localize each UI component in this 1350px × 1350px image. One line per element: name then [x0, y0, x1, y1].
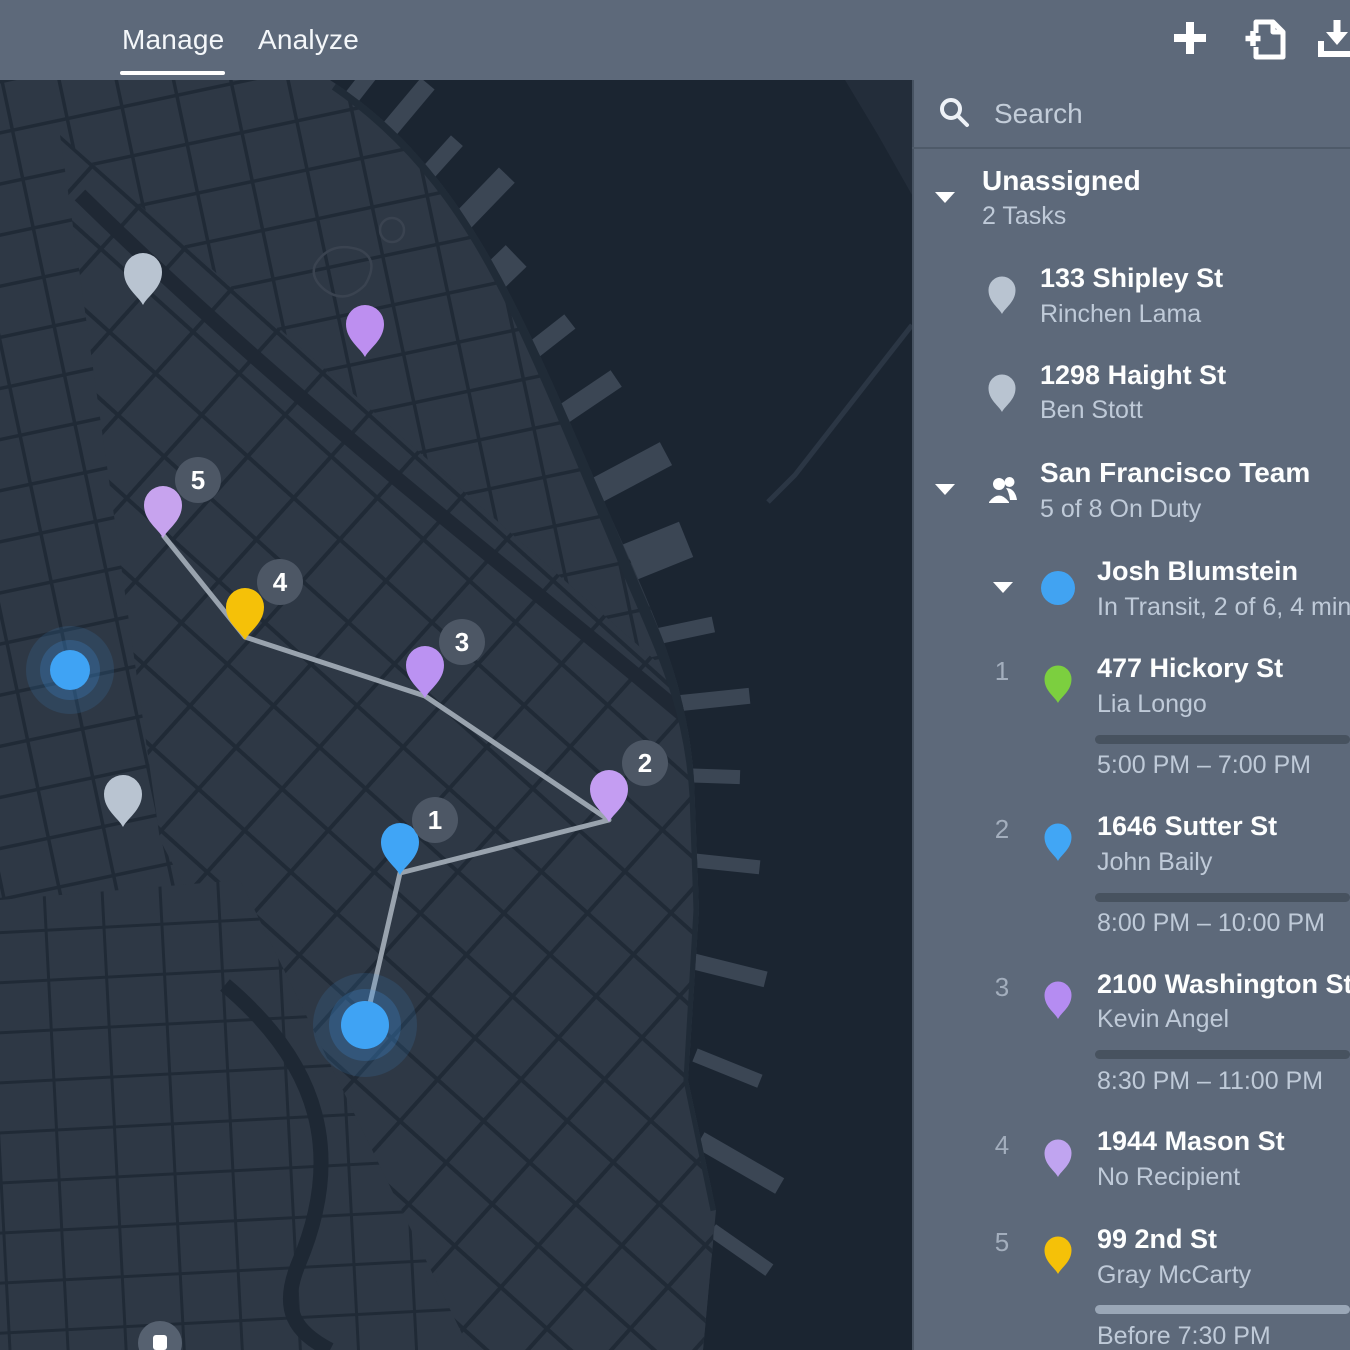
- stop-address: 477 Hickory St: [1097, 653, 1283, 684]
- plus-icon[interactable]: [1170, 16, 1210, 60]
- driver-dot-west[interactable]: [26, 626, 114, 714]
- task-pin-icon: [988, 276, 1016, 314]
- chevron-down-icon[interactable]: [992, 580, 1014, 594]
- divider: [912, 147, 1350, 149]
- team-icon: [988, 475, 1022, 505]
- stop-recipient: No Recipient: [1097, 1163, 1240, 1192]
- unassigned-task-row[interactable]: 1298 Haight St Ben Stott: [912, 347, 1350, 432]
- svg-text:3: 3: [455, 627, 469, 657]
- unassigned-task-row[interactable]: 133 Shipley St Rinchen Lama: [912, 250, 1350, 335]
- map-badge-1: 1: [412, 797, 458, 843]
- stop-recipient: Kevin Angel: [1097, 1005, 1229, 1034]
- driver-avatar: [1041, 571, 1075, 605]
- team-header[interactable]: San Francisco Team 5 of 8 On Duty: [912, 445, 1350, 535]
- team-duty-count: 5 of 8 On Duty: [1040, 495, 1201, 524]
- stop-pin-icon: [1044, 665, 1072, 703]
- stop-row-3[interactable]: 3 2100 Washington St Kevin Angel 8:30 PM…: [912, 954, 1350, 1104]
- driver-row[interactable]: Josh Blumstein In Transit, 2 of 6, 4 min: [912, 542, 1350, 632]
- unassigned-title: Unassigned: [982, 165, 1141, 197]
- svg-text:2: 2: [638, 748, 652, 778]
- stop-number: 4: [988, 1130, 1016, 1161]
- time-window-bar: [1095, 1050, 1350, 1059]
- chevron-down-icon[interactable]: [934, 482, 956, 496]
- app-window: Manage Analyze: [0, 0, 1350, 1350]
- search-row: [912, 80, 1350, 148]
- map-canvas[interactable]: 5 4 3 2 1: [0, 80, 912, 1350]
- map-badge-5: 5: [175, 457, 221, 503]
- map-badge-2: 2: [622, 740, 668, 786]
- stop-recipient: Gray McCarty: [1097, 1261, 1251, 1290]
- map-badge-4: 4: [257, 559, 303, 605]
- time-window-bar: [1095, 893, 1350, 902]
- time-window-bar: [1095, 735, 1350, 744]
- chevron-down-icon[interactable]: [934, 190, 956, 204]
- stop-pin-icon: [1044, 981, 1072, 1019]
- stop-address: 99 2nd St: [1097, 1224, 1217, 1255]
- stop-address: 2100 Washington St: [1097, 969, 1350, 1000]
- team-title: San Francisco Team: [1040, 457, 1310, 489]
- search-input[interactable]: [994, 92, 1324, 136]
- tab-analyze[interactable]: Analyze: [258, 24, 359, 58]
- tab-manage[interactable]: Manage: [122, 24, 224, 58]
- stop-pin-icon: [1044, 1139, 1072, 1177]
- search-icon: [938, 96, 972, 130]
- task-address: 133 Shipley St: [1040, 263, 1223, 294]
- stop-row-2[interactable]: 2 1646 Sutter St John Baily 8:00 PM – 10…: [912, 796, 1350, 946]
- stop-time-window: Before 7:30 PM: [1097, 1322, 1271, 1350]
- import-icon[interactable]: [1242, 16, 1288, 62]
- active-tab-underline: [120, 71, 225, 75]
- stop-time-window: 5:00 PM – 7:00 PM: [1097, 751, 1311, 780]
- unassigned-count: 2 Tasks: [982, 202, 1066, 231]
- driver-name: Josh Blumstein: [1097, 556, 1298, 587]
- task-recipient: Rinchen Lama: [1040, 300, 1201, 329]
- stop-row-1[interactable]: 1 477 Hickory St Lia Longo 5:00 PM – 7:0…: [912, 638, 1350, 788]
- svg-text:5: 5: [191, 465, 205, 495]
- stop-time-window: 8:30 PM – 11:00 PM: [1097, 1067, 1323, 1096]
- stop-time-window: 8:00 PM – 10:00 PM: [1097, 909, 1325, 938]
- stop-address: 1944 Mason St: [1097, 1126, 1285, 1157]
- map-badge-3: 3: [439, 619, 485, 665]
- sidebar: Unassigned 2 Tasks 133 Shipley St Rinche…: [912, 80, 1350, 1350]
- stop-number: 2: [988, 814, 1016, 845]
- driver-dot-josh[interactable]: [313, 973, 417, 1077]
- stop-row-4[interactable]: 4 1944 Mason St No Recipient: [912, 1111, 1350, 1206]
- unassigned-header[interactable]: Unassigned 2 Tasks: [912, 155, 1350, 245]
- task-pin-icon: [988, 374, 1016, 412]
- stop-pin-icon: [1044, 1236, 1072, 1274]
- top-bar: Manage Analyze: [0, 0, 1350, 80]
- stop-address: 1646 Sutter St: [1097, 811, 1277, 842]
- stop-number: 3: [988, 972, 1016, 1003]
- task-address: 1298 Haight St: [1040, 360, 1226, 391]
- stop-number: 5: [988, 1227, 1016, 1258]
- svg-text:4: 4: [273, 567, 288, 597]
- driver-status: In Transit, 2 of 6, 4 min: [1097, 593, 1350, 622]
- download-icon[interactable]: [1318, 16, 1350, 64]
- stop-row-5[interactable]: 5 99 2nd St Gray McCarty Before 7:30 PM: [912, 1209, 1350, 1350]
- task-recipient: Ben Stott: [1040, 396, 1143, 425]
- time-window-bar: [1095, 1305, 1350, 1314]
- stop-recipient: John Baily: [1097, 848, 1212, 877]
- stop-number: 1: [988, 656, 1016, 687]
- svg-text:1: 1: [428, 805, 442, 835]
- stop-recipient: Lia Longo: [1097, 690, 1207, 719]
- stop-pin-icon: [1044, 823, 1072, 861]
